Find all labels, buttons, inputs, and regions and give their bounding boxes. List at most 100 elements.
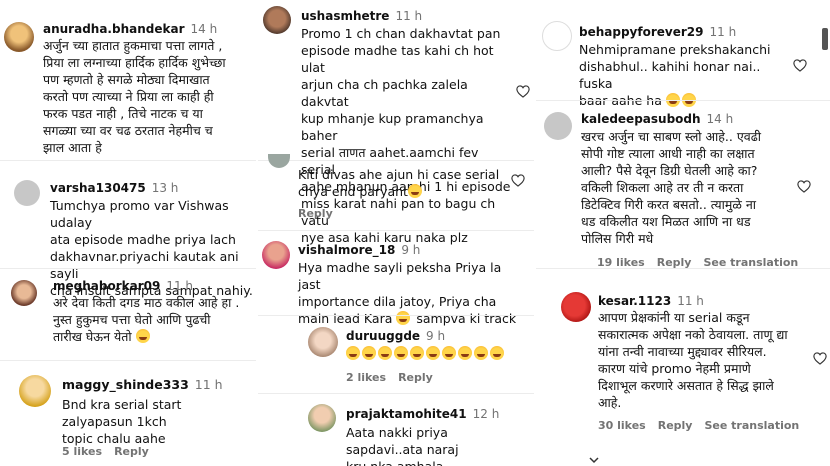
comment-line: Tumchya promo var Vishwas udalay [50, 198, 229, 230]
divider [258, 230, 534, 231]
laughing-emoji-icon [346, 346, 360, 360]
username[interactable]: kaledeepasubodh 14 h [581, 112, 733, 126]
comment-actions: 5 likes Reply [62, 445, 161, 458]
timestamp: 13 h [151, 181, 179, 195]
comment-line: फरक पडत नाही , तिचे नाटक च या [43, 106, 203, 121]
username-text[interactable]: meghaborkar09 [53, 279, 160, 293]
comment-text: Bnd kra serial start zalyapasun 1kch top… [62, 396, 256, 447]
divider [0, 160, 256, 161]
emoji-row [346, 345, 526, 362]
username[interactable]: anuradha.bhandekar 14 h [43, 22, 217, 36]
avatar[interactable] [11, 280, 37, 306]
comment-line: प्रिया ला लग्नाच्या हार्दिक हार्दिक शुभे… [43, 55, 226, 70]
username-text[interactable]: varsha130475 [50, 181, 146, 195]
username-text[interactable]: kaledeepasubodh [581, 112, 701, 126]
avatar[interactable] [308, 327, 338, 357]
comment-line: यांना तन्वी नावाच्या मुद्द्यावर सीरियल. [598, 344, 767, 359]
username[interactable]: maggy_shinde333 11 h [62, 377, 223, 392]
timestamp: 12 h [472, 407, 500, 421]
comment-line: dishabhul.. kahihi honar nai.. fuska [579, 59, 761, 91]
username-text[interactable]: ushasmhetre [301, 9, 389, 23]
comment-line: पोलिस गिरी मधे [581, 231, 654, 246]
comment-line: झाल आता हे [43, 140, 102, 155]
see-translation-link[interactable]: See translation [704, 419, 799, 432]
like-heart-icon[interactable] [516, 85, 530, 98]
avatar[interactable] [542, 21, 572, 51]
username-text[interactable]: kesar.1123 [598, 294, 671, 308]
username[interactable]: duruuggde 9 h [346, 329, 445, 343]
avatar[interactable] [263, 6, 291, 34]
comment-text: Nehmipramane prekshakanchi dishabhul.. k… [579, 41, 789, 109]
username[interactable]: meghaborkar09 11 h [53, 279, 193, 293]
divider [258, 393, 534, 394]
like-heart-icon[interactable] [511, 174, 525, 187]
laughing-emoji-icon [135, 329, 150, 343]
comment-line: Hya madhe sayli peksha Priya la jast [298, 260, 502, 292]
comment-line: करतो पण त्याच्या ने प्रिया ला काही ही [43, 89, 214, 104]
avatar[interactable] [561, 292, 591, 322]
comment-line: chya end paryant [298, 184, 408, 199]
username[interactable]: ushasmhetre 11 h [301, 9, 422, 23]
likes-count[interactable]: 5 likes [62, 445, 102, 458]
avatar[interactable] [4, 22, 34, 52]
comment-actions: Reply [298, 207, 345, 220]
avatar[interactable] [14, 180, 40, 206]
username[interactable]: varsha130475 13 h [50, 181, 178, 195]
comment-text: खरच अर्जुन चा साबण स्लो आहे.. एवढी सोपी … [581, 128, 796, 247]
comment-line: वकिली शिकला आहे तर ती न करता [581, 180, 744, 195]
comment-line: आपण प्रेक्षकांनी या serial कडून [598, 310, 750, 325]
divider [0, 360, 256, 361]
avatar[interactable] [308, 404, 336, 432]
username[interactable]: prajaktamohite41 12 h [346, 407, 499, 421]
comment-text: अरे देवा किती दगड माठ वकील आहे हा . नुस्… [53, 294, 255, 345]
avatar[interactable] [544, 112, 572, 140]
comment-line: kru nka amhala [346, 458, 526, 466]
chevron-down-icon[interactable] [589, 455, 599, 465]
comment-line: main lead Kara [298, 311, 393, 326]
likes-count[interactable]: 30 likes [598, 419, 646, 432]
username-text[interactable]: duruuggde [346, 329, 420, 343]
reply-button[interactable]: Reply [658, 419, 693, 432]
timestamp: 14 h [706, 112, 734, 126]
comment-line: धड वकिलीत यश मिळत आणि ना धड [581, 214, 751, 229]
avatar[interactable] [19, 375, 51, 407]
timestamp: 11 h [166, 279, 194, 293]
timestamp: 11 h [709, 25, 737, 39]
username[interactable]: kesar.1123 11 h [598, 294, 704, 308]
divider [536, 268, 830, 269]
comment-line: आहे. [598, 395, 622, 410]
username-text[interactable]: maggy_shinde333 [62, 377, 189, 392]
comments-column-3: behappyforever29 11 h Nehmipramane preksh… [536, 0, 830, 466]
comment-actions: 2 likes Reply [346, 371, 445, 384]
username[interactable]: vishalmore_18 9 h [298, 243, 420, 257]
laughing-emoji-icon [490, 346, 504, 360]
username-text[interactable]: vishalmore_18 [298, 243, 395, 257]
comment-line: dakhavnar.priyachi kautak ani sayli [50, 249, 239, 281]
reply-button[interactable]: Reply [398, 371, 433, 384]
timestamp: 9 h [426, 329, 446, 343]
comment-line: डिटेक्टिव गिरी करत बसतो.. त्यामुळे ना [581, 197, 757, 212]
avatar[interactable] [268, 154, 290, 168]
timestamp: 11 h [395, 9, 423, 23]
reply-button[interactable]: Reply [298, 207, 333, 220]
scrollbar[interactable] [822, 28, 828, 50]
comment-line: kup mhanje kup pramanchya baher [301, 111, 484, 143]
like-heart-icon[interactable] [797, 180, 811, 193]
likes-count[interactable]: 2 likes [346, 371, 386, 384]
comment-line: खरच अर्जुन चा साबण स्लो आहे.. एवढी [581, 129, 761, 144]
comment-line: ata episode madhe priya lach [50, 232, 236, 247]
username[interactable]: behappyforever29 11 h [579, 25, 736, 39]
username-text[interactable]: behappyforever29 [579, 25, 703, 39]
comment-actions: 30 likes Reply See translation [598, 419, 811, 432]
comment-text: Aata nakki priya sapdavi..ata naraj kru … [346, 424, 526, 466]
laughing-emoji-icon [442, 346, 456, 360]
avatar[interactable] [262, 241, 290, 269]
username-text[interactable]: prajaktamohite41 [346, 407, 467, 421]
like-heart-icon[interactable] [813, 352, 827, 365]
like-heart-icon[interactable] [793, 59, 807, 72]
username-text[interactable]: anuradha.bhandekar [43, 22, 185, 36]
timestamp: 9 h [401, 243, 421, 257]
divider [0, 268, 256, 269]
divider [258, 315, 534, 316]
reply-button[interactable]: Reply [114, 445, 149, 458]
